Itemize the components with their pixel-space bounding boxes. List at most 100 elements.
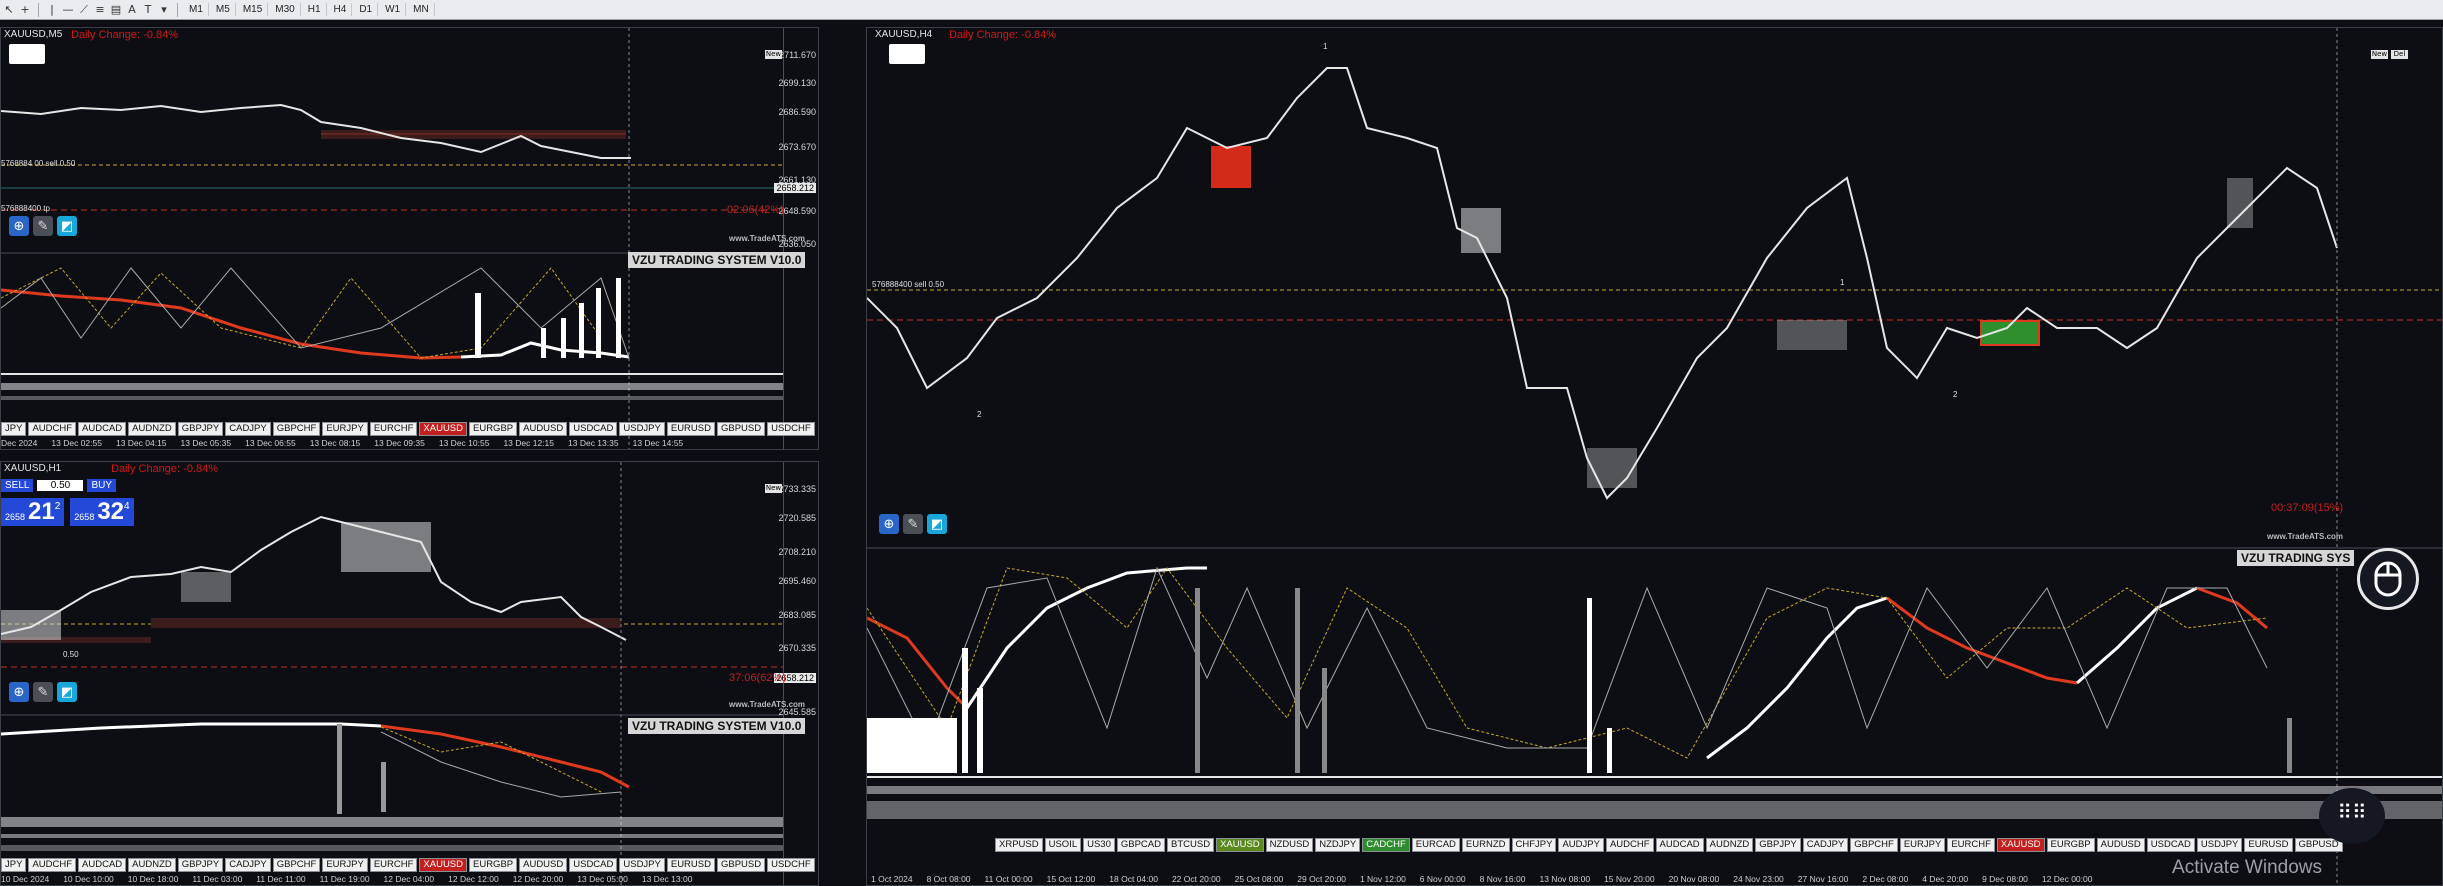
pair-button[interactable]: GBPJPY xyxy=(177,858,224,872)
horizontal-line-icon[interactable]: — xyxy=(61,3,75,17)
pair-button[interactable]: USDCHF xyxy=(767,422,815,436)
pair-button-highlight[interactable]: XAUUSD xyxy=(1216,838,1264,852)
pair-button[interactable]: GBPUSD xyxy=(716,858,766,872)
pair-button[interactable]: AUDNZD xyxy=(1705,838,1754,852)
pair-button[interactable]: USDCHF xyxy=(767,858,815,872)
pair-button[interactable]: CADJPY xyxy=(225,858,271,872)
sell-price-box[interactable]: 2658 21 2 xyxy=(1,498,65,526)
pair-button[interactable]: EURNZD xyxy=(1461,838,1510,852)
cursor-icon[interactable]: ↖ xyxy=(2,3,16,17)
pair-button-active[interactable]: XAUUSD xyxy=(419,422,467,436)
timeframe-w1[interactable]: W1 xyxy=(380,3,407,16)
lot-size-input[interactable]: 0.50 xyxy=(37,480,84,491)
timeframe-d1[interactable]: D1 xyxy=(354,3,379,16)
chart-window-h4[interactable]: XAUUSD,H4 Daily Change: -0.84% New Del 57… xyxy=(866,27,2443,886)
pair-button[interactable]: GBPUSD xyxy=(716,422,766,436)
pair-button[interactable]: GBPCAD xyxy=(1116,838,1165,852)
pair-button-active[interactable]: XAUUSD xyxy=(419,858,467,872)
timeframe-h1[interactable]: H1 xyxy=(303,3,327,16)
delete-button[interactable]: Del xyxy=(2391,50,2408,59)
fibonacci-icon[interactable]: ▤ xyxy=(109,3,123,17)
image-icon[interactable]: ◩ xyxy=(57,682,77,702)
pair-button[interactable]: GBPCHF xyxy=(1850,838,1898,852)
pair-button[interactable]: CHFJPY xyxy=(1511,838,1557,852)
pair-button[interactable]: USDJPY xyxy=(619,858,665,872)
pair-button[interactable]: JPY xyxy=(1,422,27,436)
pair-button[interactable]: EURCAD xyxy=(1411,838,1460,852)
pen-icon[interactable]: ✎ xyxy=(903,514,923,534)
pair-button[interactable]: EURJPY xyxy=(1899,838,1946,852)
pair-button[interactable]: USOIL xyxy=(1044,838,1082,852)
pair-button[interactable]: EURGBP xyxy=(469,858,518,872)
mouse-icon[interactable] xyxy=(2357,548,2419,610)
pair-button[interactable]: AUDCHF xyxy=(1605,838,1654,852)
pair-button[interactable]: CADJPY xyxy=(1802,838,1849,852)
pair-button-active[interactable]: XAUUSD xyxy=(1996,838,2045,852)
timeframe-m1[interactable]: M1 xyxy=(184,3,209,16)
vertical-line-icon[interactable]: | xyxy=(45,3,59,17)
pair-button[interactable]: USDJPY xyxy=(619,422,665,436)
sell-button[interactable]: SELL xyxy=(1,479,34,492)
pair-button[interactable]: EURCHF xyxy=(369,422,418,436)
trendline-icon[interactable]: ⟋ xyxy=(77,3,91,17)
pair-button[interactable]: NZDUSD xyxy=(1265,838,1314,852)
pair-button[interactable]: AUDCAD xyxy=(78,858,127,872)
pair-button[interactable]: AUDUSD xyxy=(2096,838,2145,852)
pair-button[interactable]: EURUSD xyxy=(666,858,715,872)
pen-icon[interactable]: ✎ xyxy=(33,216,53,236)
pair-button[interactable]: AUDUSD xyxy=(519,858,568,872)
pair-button[interactable]: USDCAD xyxy=(569,422,618,436)
timeframe-h4[interactable]: H4 xyxy=(329,3,353,16)
pair-button[interactable]: GBPJPY xyxy=(1755,838,1801,852)
text-icon[interactable]: A xyxy=(125,3,139,17)
shapes-icon[interactable]: ▾ xyxy=(157,3,171,17)
pair-button[interactable]: JPY xyxy=(1,858,27,872)
pair-button[interactable]: EURUSD xyxy=(666,422,715,436)
image-icon[interactable]: ◩ xyxy=(927,514,947,534)
pair-button[interactable]: USDCAD xyxy=(569,858,618,872)
pair-button[interactable]: GBPJPY xyxy=(177,422,224,436)
crosshair-icon[interactable]: + xyxy=(18,3,32,17)
pair-button[interactable]: AUDCHF xyxy=(28,858,77,872)
timeframe-mn[interactable]: MN xyxy=(408,3,435,16)
pair-button[interactable]: US30 xyxy=(1083,838,1115,852)
pair-button[interactable]: EURJPY xyxy=(322,858,368,872)
target-icon[interactable]: ⊕ xyxy=(879,514,899,534)
pair-button[interactable]: EURCHF xyxy=(369,858,418,872)
pair-button-highlight[interactable]: CADCHF xyxy=(1362,838,1410,852)
pair-button[interactable]: AUDCHF xyxy=(28,422,77,436)
label-icon[interactable]: T xyxy=(141,3,155,17)
pair-button[interactable]: AUDNZD xyxy=(128,422,176,436)
pair-button[interactable]: AUDCAD xyxy=(78,422,127,436)
timeframe-m15[interactable]: M15 xyxy=(238,3,269,16)
pair-button[interactable]: EURGBP xyxy=(469,422,518,436)
pair-button[interactable]: XRPUSD xyxy=(995,838,1043,852)
target-icon[interactable]: ⊕ xyxy=(9,682,29,702)
pair-button[interactable]: EURCHF xyxy=(1947,838,1995,852)
pair-button[interactable]: CADJPY xyxy=(225,422,271,436)
chart-window-m5[interactable]: XAUUSD,M5 Daily Change: -0.84% NewDel 57… xyxy=(0,27,819,450)
target-icon[interactable]: ⊕ xyxy=(9,216,29,236)
pair-button[interactable]: AUDNZD xyxy=(128,858,176,872)
pair-button[interactable]: NZDJPY xyxy=(1315,838,1361,852)
pair-button[interactable]: AUDJPY xyxy=(1558,838,1604,852)
channel-icon[interactable]: ≡ xyxy=(93,3,107,17)
pen-icon[interactable]: ✎ xyxy=(33,682,53,702)
pair-button[interactable]: USDJPY xyxy=(2196,838,2243,852)
new-button[interactable]: New xyxy=(2371,50,2388,59)
pair-button[interactable]: EURGBP xyxy=(2046,838,2095,852)
pair-button[interactable]: AUDCAD xyxy=(1655,838,1704,852)
pair-button[interactable]: USDCAD xyxy=(2146,838,2195,852)
timeframe-m30[interactable]: M30 xyxy=(270,3,301,16)
pair-button[interactable]: EURJPY xyxy=(322,422,368,436)
pair-button[interactable]: GBPCHF xyxy=(272,858,321,872)
pair-button[interactable]: GBPCHF xyxy=(272,422,321,436)
keyboard-icon[interactable]: ⠿⠿ xyxy=(2319,788,2385,844)
chart-window-h1[interactable]: XAUUSD,H1 Daily Change: -0.84% SELL 0.50… xyxy=(0,461,819,886)
timeframe-m5[interactable]: M5 xyxy=(211,3,236,16)
buy-button[interactable]: BUY xyxy=(87,479,117,492)
pair-button[interactable]: BTCUSD xyxy=(1167,838,1215,852)
pair-button[interactable]: EURUSD xyxy=(2244,838,2293,852)
pair-button[interactable]: AUDUSD xyxy=(519,422,568,436)
buy-price-box[interactable]: 2658 32 4 xyxy=(70,498,134,526)
